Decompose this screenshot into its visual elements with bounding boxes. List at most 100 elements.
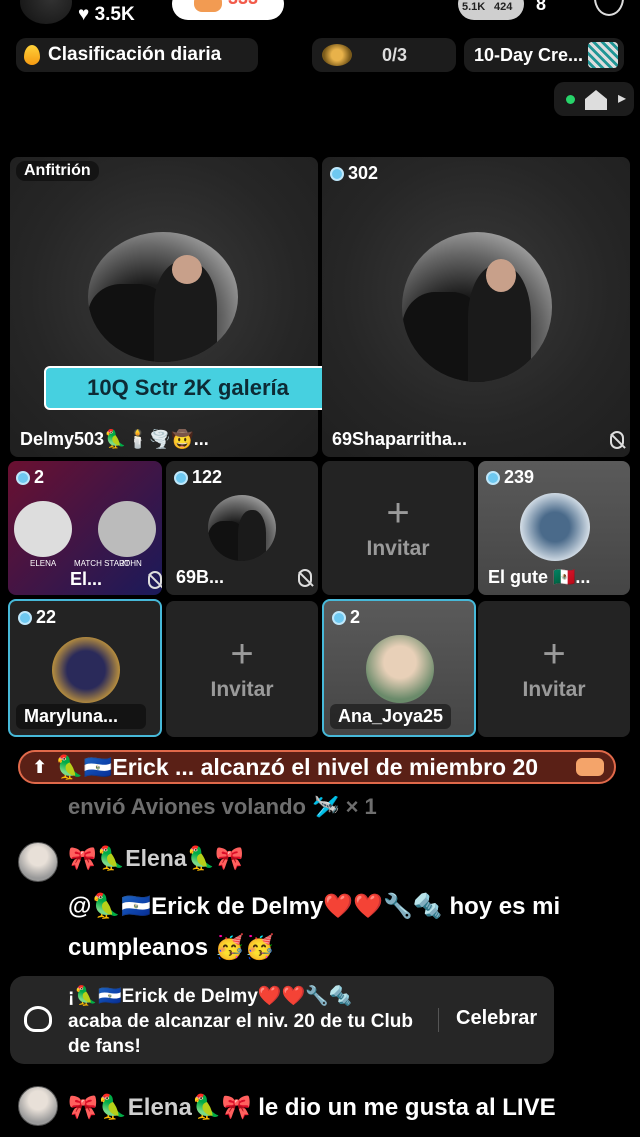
- chat-username[interactable]: 🎀🦜Elena🦜🎀: [68, 845, 244, 872]
- heart-outline-icon: [24, 1006, 52, 1032]
- gallery-banner-text: 10Q Sctr 2K galería: [87, 375, 289, 400]
- member-level-text: 🦜🇸🇻Erick ... alcanzó el nivel de miembro…: [55, 753, 539, 780]
- mic-off-icon: [610, 431, 624, 449]
- guest-count: 122: [174, 467, 222, 488]
- guest-count-value: 2: [350, 607, 361, 627]
- guest-count-value: 22: [36, 607, 57, 627]
- chat-avatar[interactable]: [18, 1086, 58, 1126]
- live-controls[interactable]: ▸: [554, 82, 634, 116]
- invite-label: Invitar: [522, 678, 586, 701]
- chat-message: @🦜🇸🇻Erick de Delmy❤️❤️🔧🔩 hoy es mi cumpl…: [68, 893, 561, 961]
- guest-tile-302[interactable]: 302 69Shaparritha...: [322, 157, 630, 457]
- plus-icon: +: [386, 491, 410, 535]
- mic-off-icon: [148, 571, 162, 589]
- guest-avatar-image: [52, 637, 120, 703]
- like-action-text: le dio un me gusta al LIVE: [251, 1094, 556, 1121]
- daily-ranking-label: Clasificación diaria: [48, 44, 222, 65]
- gallery-banner[interactable]: 10Q Sctr 2K galería ✦: [44, 356, 338, 410]
- invite-label: Invitar: [366, 537, 430, 560]
- close-icon[interactable]: [594, 0, 624, 16]
- viewer-count-b: 424: [494, 1, 513, 13]
- guest-count: 22: [18, 607, 56, 628]
- host-avatar-image: [88, 232, 238, 362]
- level-badge-icon: [576, 758, 604, 776]
- gift-message: envió Aviones volando 🛩️ × 1: [68, 794, 377, 819]
- match-label-left: ELENA: [30, 559, 57, 568]
- person-shape: [237, 509, 267, 561]
- guest-tile-match[interactable]: 2 ELENA MATCH START JOHN El...: [8, 461, 162, 595]
- creator-challenge-button[interactable]: 10-Day Cre...: [464, 38, 624, 72]
- like-username[interactable]: 🎀🦜Elena🦜🎀: [68, 1094, 252, 1121]
- viewer-avatars[interactable]: 5.1K 424: [458, 0, 524, 20]
- guest-tile-122[interactable]: 122 69B...: [166, 461, 318, 595]
- divider: [438, 1008, 439, 1032]
- guest-name: Maryluna...: [16, 704, 146, 729]
- guest-count: 2: [332, 607, 360, 628]
- likes-count: ♥ 3.5K: [78, 4, 135, 25]
- guest-count-value: 122: [192, 467, 223, 487]
- heart-icon: [194, 0, 222, 12]
- guest-count-value: 302: [348, 163, 379, 183]
- guest-name: El gute 🇲🇽...: [488, 567, 591, 587]
- guest-tile-ana[interactable]: 2 Ana_Joya25: [322, 599, 476, 737]
- challenge-badge-icon: [588, 42, 618, 68]
- daily-ranking-button[interactable]: Clasificación diaria: [16, 38, 258, 72]
- match-avatar-left: [14, 501, 72, 557]
- like-event: 🎀🦜Elena🦜🎀 le dio un me gusta al LIVE: [68, 1093, 556, 1122]
- guest-count-value: 239: [504, 467, 535, 487]
- guest-name: Ana_Joya25: [330, 704, 452, 729]
- home-icon: [585, 90, 607, 110]
- face-shape: [486, 259, 516, 292]
- quest-progress: 0/3: [382, 45, 408, 65]
- gem-icon: [16, 470, 30, 485]
- host-tile[interactable]: Anfitrión Delmy503🦜🕯️🌪️🤠...: [10, 157, 318, 457]
- face-shape: [172, 255, 202, 284]
- guest-avatar-image: [208, 495, 276, 561]
- treasure-icon: [322, 44, 352, 66]
- celebrate-button[interactable]: Celebrar: [456, 1007, 537, 1030]
- plus-icon: +: [542, 632, 566, 676]
- likes-value: 3.5K: [94, 4, 135, 25]
- guest-tile-239[interactable]: 239 El gute 🇲🇽...: [478, 461, 630, 595]
- invite-label: Invitar: [210, 678, 274, 701]
- quest-button[interactable]: 0/3: [312, 38, 456, 72]
- invite-slot-1[interactable]: + Invitar: [322, 461, 474, 595]
- guest-avatar-image: [520, 493, 590, 561]
- score-pill[interactable]: 333: [172, 0, 284, 20]
- score-value: 333: [228, 0, 258, 9]
- viewer-total[interactable]: 8: [536, 0, 546, 15]
- gem-icon: [332, 610, 346, 625]
- gem-icon: [486, 470, 500, 485]
- guest-count: 2: [16, 467, 44, 488]
- plus-icon: +: [230, 632, 254, 676]
- chevron-right-icon: ▸: [618, 90, 627, 107]
- guest-tile-22[interactable]: 22 Maryluna...: [8, 599, 162, 737]
- mic-off-icon: [298, 569, 312, 587]
- gem-icon: [174, 470, 188, 485]
- guest-name: 69B...: [176, 567, 225, 587]
- invite-slot-2[interactable]: + Invitar: [166, 601, 318, 737]
- guest-avatar-image: [402, 232, 552, 382]
- live-status-dot: [566, 95, 575, 104]
- creator-challenge-label: 10-Day Cre...: [474, 45, 584, 65]
- viewer-count-a: 5.1K: [462, 1, 486, 13]
- match-label-right: JOHN: [120, 559, 142, 568]
- guest-avatar-image: [366, 635, 434, 703]
- fan-club-text: ¡🦜🇸🇻Erick de Delmy❤️❤️🔧🔩 acaba de alcanz…: [68, 984, 428, 1059]
- fan-club-text-line1: ¡🦜🇸🇻Erick de Delmy❤️❤️🔧🔩: [68, 986, 353, 1007]
- host-tag: Anfitrión: [16, 161, 99, 181]
- guest-count: 302: [330, 163, 378, 184]
- invite-slot-3[interactable]: + Invitar: [478, 601, 630, 737]
- member-level-notice[interactable]: ⬆ 🦜🇸🇻Erick ... alcanzó el nivel de miemb…: [18, 750, 616, 784]
- chat-avatar[interactable]: [18, 842, 58, 882]
- host-avatar[interactable]: [20, 0, 72, 24]
- arrow-up-icon: ⬆: [32, 756, 48, 777]
- fan-club-text-line2: acaba de alcanzar el niv. 20 de tu Club …: [68, 1011, 413, 1057]
- gem-icon: [330, 166, 344, 181]
- match-avatar-right: [98, 501, 156, 557]
- fan-club-card: ¡🦜🇸🇻Erick de Delmy❤️❤️🔧🔩 acaba de alcanz…: [10, 976, 554, 1064]
- fire-icon: [24, 45, 40, 65]
- guest-name: 69Shaparritha...: [332, 429, 468, 449]
- guest-count-value: 2: [34, 467, 45, 487]
- guest-name: El...: [70, 569, 103, 589]
